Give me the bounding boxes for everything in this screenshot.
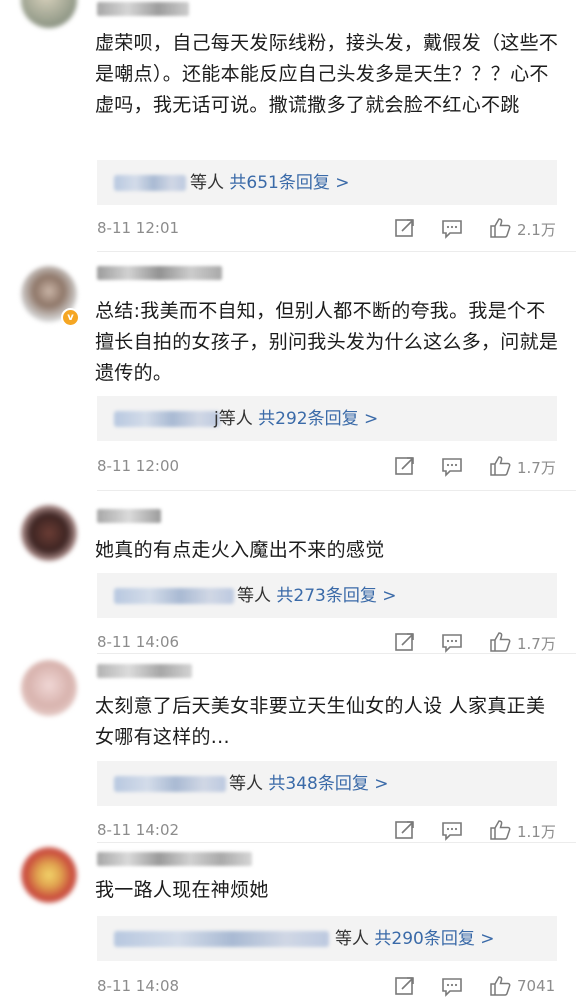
reply-count-link[interactable]: 共651条回复 > bbox=[229, 173, 349, 193]
thumbs-up-icon[interactable] bbox=[489, 455, 511, 477]
comment-text: 太刻意了后天美女非要立天生仙女的人设 人家真正美女哪有这样的... bbox=[95, 695, 546, 748]
reply-summary[interactable]: j等人 共292条回复 > bbox=[97, 396, 557, 441]
comment-icon[interactable] bbox=[441, 975, 463, 997]
comment-item: 我一路人现在神烦她 等人 共290条回复 > 8-11 14:08 7041 bbox=[0, 843, 576, 1000]
reply-suffix: 等人 bbox=[237, 586, 271, 606]
reply-count-link[interactable]: 共273条回复 > bbox=[276, 586, 396, 606]
verified-badge-icon: v bbox=[61, 308, 80, 327]
comment-meta: 8-11 12:00 1.7万 bbox=[97, 455, 557, 479]
comment-text: 总结:我美而不自知，但别人都不断的夸我。我是个不擅长自拍的女孩子，别问我头发为什… bbox=[95, 300, 559, 384]
like-count: 1.7万 bbox=[517, 635, 556, 653]
comment-item: v 总结:我美而不自知，但别人都不断的夸我。我是个不擅长自拍的女孩子，别问我头发… bbox=[0, 252, 576, 488]
avatar[interactable] bbox=[21, 0, 77, 28]
share-icon[interactable] bbox=[394, 631, 416, 653]
thumbs-up-icon[interactable] bbox=[489, 217, 511, 239]
comment-icon[interactable] bbox=[441, 631, 463, 653]
username[interactable] bbox=[97, 509, 161, 523]
share-icon[interactable] bbox=[394, 217, 416, 239]
timestamp: 8-11 12:01 bbox=[97, 219, 180, 237]
comment-text: 虚荣呗，自己每天发际线粉，接头发，戴假发（这些不是嘲点）。还能本能反应自己头发多… bbox=[95, 32, 559, 116]
replier-names bbox=[114, 588, 234, 604]
like-count: 2.1万 bbox=[517, 221, 556, 239]
like-count: 1.1万 bbox=[517, 823, 556, 841]
comment-icon[interactable] bbox=[441, 455, 463, 477]
reply-count-link[interactable]: 共348条回复 > bbox=[268, 774, 388, 794]
comment-meta: 8-11 14:06 1.7万 bbox=[97, 631, 557, 655]
avatar[interactable] bbox=[21, 660, 77, 716]
timestamp: 8-11 14:08 bbox=[97, 977, 180, 995]
comment-meta: 8-11 14:08 7041 bbox=[97, 975, 557, 999]
thumbs-up-icon[interactable] bbox=[489, 819, 511, 841]
username[interactable] bbox=[97, 852, 252, 866]
reply-summary[interactable]: 等人 共273条回复 > bbox=[97, 573, 557, 618]
username[interactable] bbox=[97, 664, 192, 678]
comment-meta: 8-11 12:01 2.1万 bbox=[97, 217, 557, 241]
reply-summary[interactable]: 等人 共651条回复 > bbox=[97, 160, 557, 205]
comment-item: 她真的有点走火入魔出不来的感觉 等人 共273条回复 > 8-11 14:06 … bbox=[0, 491, 576, 653]
reply-summary[interactable]: 等人 共290条回复 > bbox=[97, 916, 557, 961]
like-count: 1.7万 bbox=[517, 459, 556, 477]
avatar[interactable] bbox=[21, 505, 77, 561]
replier-names bbox=[114, 411, 220, 427]
share-icon[interactable] bbox=[394, 975, 416, 997]
thumbs-up-icon[interactable] bbox=[489, 631, 511, 653]
reply-summary[interactable]: 等人 共348条回复 > bbox=[97, 761, 557, 806]
thumbs-up-icon[interactable] bbox=[489, 975, 511, 997]
avatar[interactable] bbox=[21, 847, 77, 903]
reply-count-link[interactable]: 共292条回复 > bbox=[258, 409, 378, 429]
timestamp: 8-11 12:00 bbox=[97, 457, 180, 475]
timestamp: 8-11 14:06 bbox=[97, 633, 180, 651]
replier-names bbox=[114, 776, 226, 792]
replier-names bbox=[114, 175, 186, 191]
timestamp: 8-11 14:02 bbox=[97, 821, 180, 839]
replier-names bbox=[114, 931, 329, 947]
like-count: 7041 bbox=[517, 977, 556, 995]
comment-item: 太刻意了后天美女非要立天生仙女的人设 人家真正美女哪有这样的... 等人 共34… bbox=[0, 654, 576, 843]
reply-suffix: 等人 bbox=[229, 774, 263, 794]
username[interactable] bbox=[97, 266, 222, 280]
reply-suffix: 等人 bbox=[190, 173, 224, 193]
reply-suffix: j等人 bbox=[214, 409, 253, 429]
comment-text: 她真的有点走火入魔出不来的感觉 bbox=[95, 539, 385, 561]
comment-text: 我一路人现在神烦她 bbox=[95, 879, 269, 901]
share-icon[interactable] bbox=[394, 819, 416, 841]
username[interactable] bbox=[97, 2, 189, 16]
comment-icon[interactable] bbox=[441, 819, 463, 841]
reply-count-link[interactable]: 共290条回复 > bbox=[374, 929, 494, 949]
share-icon[interactable] bbox=[394, 455, 416, 477]
reply-suffix: 等人 bbox=[335, 929, 369, 949]
comment-meta: 8-11 14:02 1.1万 bbox=[97, 819, 557, 843]
comment-item: 虚荣呗，自己每天发际线粉，接头发，戴假发（这些不是嘲点）。还能本能反应自己头发多… bbox=[0, 0, 576, 250]
comment-icon[interactable] bbox=[441, 217, 463, 239]
